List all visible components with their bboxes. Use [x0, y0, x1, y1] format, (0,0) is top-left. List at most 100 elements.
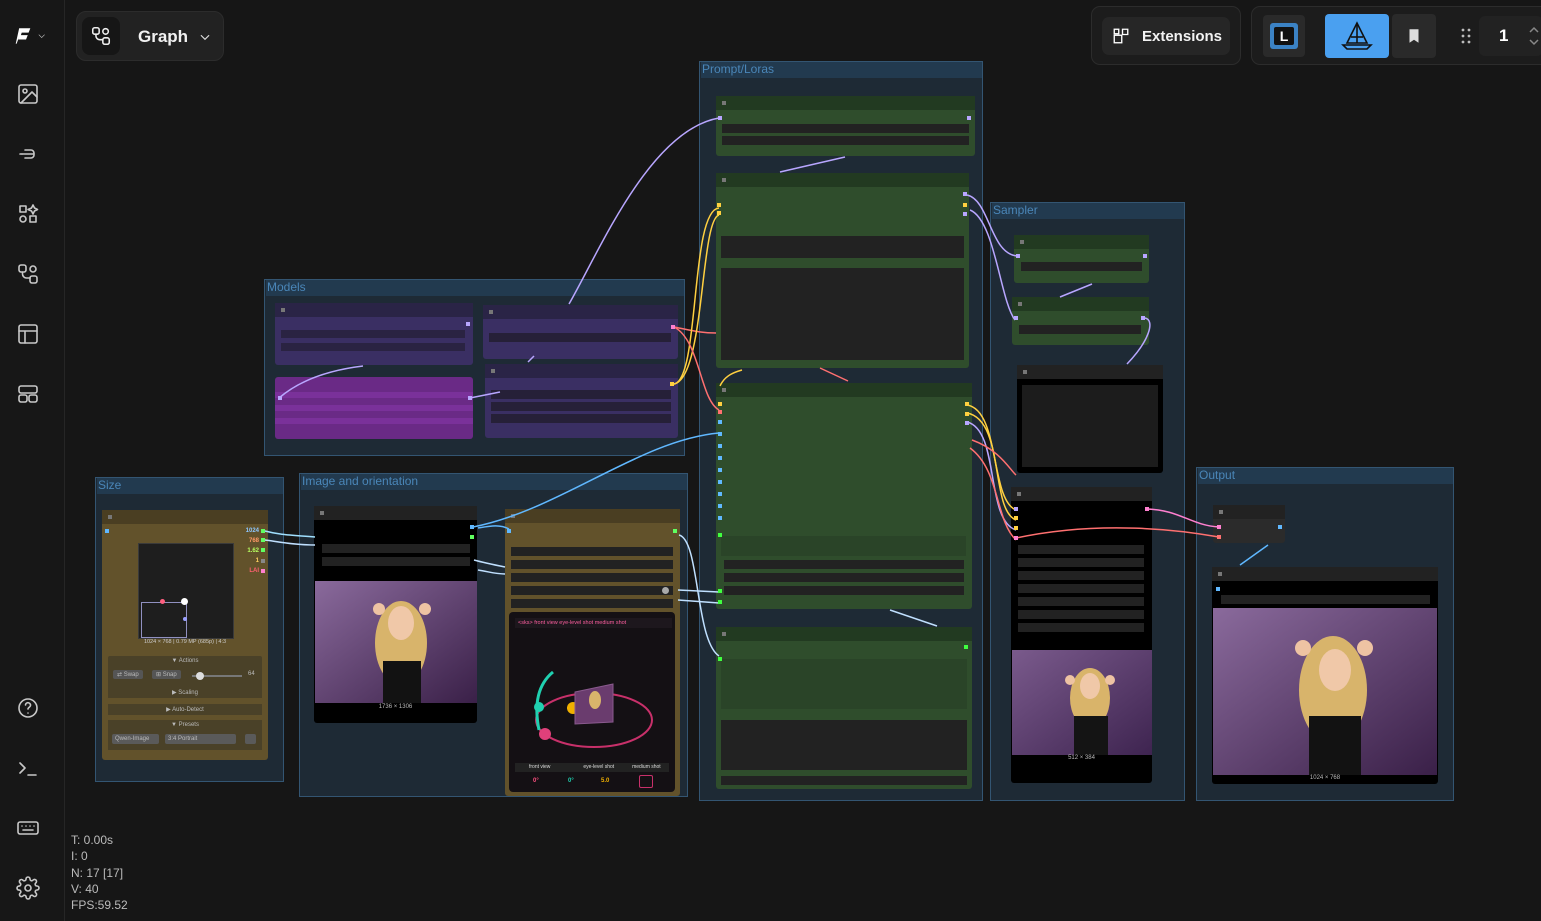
camera-3d-viewer[interactable]: <sks> front view eye-level shot medium s…	[509, 612, 675, 792]
graph-menu-button[interactable]: Graph	[76, 11, 224, 61]
node-vae-decode[interactable]	[1213, 505, 1285, 543]
images-sidebar-button[interactable]	[12, 78, 44, 110]
shot-select[interactable]: medium shot	[626, 763, 669, 772]
page-number: 1	[1499, 26, 1509, 45]
camera-reset-button[interactable]	[639, 775, 653, 788]
scaling-section[interactable]: ▶ Scaling	[108, 687, 262, 698]
presets-header[interactable]: ▼ Presets	[108, 722, 262, 728]
output-height: 768	[248, 538, 259, 544]
angle-v-value: 0°	[568, 778, 574, 784]
node-model-sampling[interactable]	[1014, 235, 1149, 283]
output-image	[1213, 608, 1437, 775]
preset-model-select[interactable]: Qwen-Image	[112, 734, 159, 744]
node-qwen-edit-encode[interactable]	[716, 383, 972, 609]
gear-icon	[16, 876, 40, 900]
chevron-down-icon	[38, 34, 45, 38]
input-image	[315, 581, 477, 703]
node-vae-loader[interactable]	[485, 364, 678, 438]
image-gallery-icon	[18, 84, 38, 104]
view-select[interactable]: front view	[515, 763, 573, 772]
workflow-icon	[91, 26, 111, 46]
output-latent: LAI	[249, 568, 259, 574]
node-load-image[interactable]: 1736 × 1306	[314, 506, 477, 723]
aspect-canvas[interactable]	[138, 543, 234, 639]
node-clip-loader[interactable]	[483, 305, 678, 359]
perf-stats: T: 0.00s I: 0 N: 17 [17] V: 40 FPS:59.52	[71, 832, 128, 913]
angle-h-value: 0°	[533, 778, 539, 784]
node-lora-stack[interactable]	[716, 173, 969, 368]
preset-ratio-select[interactable]: 3:4 Portrait	[165, 734, 236, 744]
right-toolbar: L 1	[1251, 6, 1541, 65]
queue-sidebar-button[interactable]	[12, 378, 44, 410]
output-scale: 1.62	[247, 548, 259, 554]
output-caption: 1024 × 768	[1309, 775, 1341, 781]
node-cfg-norm[interactable]	[1012, 297, 1149, 345]
node-preview-empty[interactable]	[1017, 365, 1163, 473]
node-library-sidebar-button[interactable]	[12, 198, 44, 230]
node-text-encode[interactable]	[716, 96, 975, 156]
stat-nodes: N: 17 [17]	[71, 865, 124, 880]
stat-time: T: 0.00s	[71, 833, 114, 847]
puzzle-icon	[1113, 28, 1129, 44]
left-sidebar	[0, 0, 65, 921]
keyboard-icon	[17, 821, 39, 835]
aspect-handle-white[interactable]	[181, 598, 188, 605]
terminal-button[interactable]	[12, 752, 44, 784]
panels-icon	[18, 385, 38, 403]
resolution-caption: 1024 × 768 | 0.79 MP (685p) | 4:3	[143, 639, 227, 645]
help-button[interactable]	[12, 692, 44, 724]
node-camera-angle[interactable]: <sks> front view eye-level shot medium s…	[505, 509, 680, 796]
node-ksampler[interactable]: 512 × 384	[1011, 487, 1152, 783]
comfy-logo-icon	[15, 28, 31, 44]
node-save-image[interactable]: 1024 × 768	[1212, 567, 1438, 784]
auto-detect-header: ▶ Auto-Detect	[166, 707, 204, 713]
slider-value: 64	[248, 671, 255, 677]
stat-i: I: 0	[71, 849, 88, 864]
group-title: Models	[266, 280, 684, 296]
node-lora-loader-bypassed[interactable]	[275, 377, 473, 439]
group-title: Output	[1198, 468, 1453, 484]
input-image-caption: 1736 × 1306	[378, 704, 413, 710]
extensions-label: Extensions	[1142, 28, 1223, 45]
node-negative-encode[interactable]	[716, 627, 972, 789]
auto-detect-section[interactable]: ▶ Auto-Detect	[108, 704, 262, 715]
workflows-sidebar-button[interactable]	[12, 258, 44, 290]
l-badge-letter: L	[1274, 27, 1294, 45]
group-title: Prompt/Loras	[701, 62, 982, 78]
aspect-handle-pink[interactable]	[160, 599, 165, 604]
camera-slider-thumb[interactable]	[662, 587, 669, 594]
keyboard-shortcuts-button[interactable]	[12, 812, 44, 844]
layout-icon	[18, 324, 38, 344]
output-batch: 1	[255, 558, 259, 564]
bookmark-button[interactable]	[1392, 14, 1436, 58]
node-unet-loader[interactable]	[275, 303, 473, 365]
page-number-stepper[interactable]: 1	[1479, 16, 1541, 56]
models-sidebar-button[interactable]	[12, 138, 44, 170]
drag-handle-icon[interactable]	[1460, 27, 1472, 45]
settings-button[interactable]	[12, 872, 44, 904]
stat-v: V: 40	[71, 881, 99, 896]
camera-prompt-text: <sks> front view eye-level shot medium s…	[515, 618, 672, 628]
stepper-arrows-icon[interactable]	[1529, 24, 1539, 48]
slider-thumb[interactable]	[196, 672, 204, 680]
ship-icon	[1341, 21, 1373, 50]
l-badge-button[interactable]: L	[1263, 15, 1305, 57]
graph-label: Graph	[138, 27, 189, 46]
extensions-button[interactable]: Extensions	[1102, 17, 1230, 55]
aspect-handle-blue[interactable]	[183, 617, 187, 621]
zoom-value: 5.0	[601, 778, 610, 784]
preset-folder-button[interactable]	[245, 734, 256, 744]
l-badge-icon: L	[1270, 23, 1298, 49]
swap-button[interactable]: ⇄ Swap	[113, 670, 143, 679]
plug-icon	[19, 149, 35, 159]
comfy-logo-menu[interactable]	[14, 20, 46, 52]
snap-button[interactable]: ⊞ Snap	[152, 670, 181, 679]
node-resolution-master[interactable]: 1024 768 1.62 1 LAI 1024 × 768 | 0.79 MP…	[102, 510, 268, 760]
actions-header[interactable]: ▼ Actions	[108, 658, 262, 664]
snap-slider[interactable]	[192, 672, 242, 680]
app-mode-button[interactable]	[1325, 14, 1389, 58]
level-select[interactable]: eye-level shot	[577, 763, 622, 772]
templates-sidebar-button[interactable]	[12, 318, 44, 350]
sampler-preview-image	[1012, 650, 1152, 755]
camera-selects: front view eye-level shot medium shot	[515, 763, 669, 772]
